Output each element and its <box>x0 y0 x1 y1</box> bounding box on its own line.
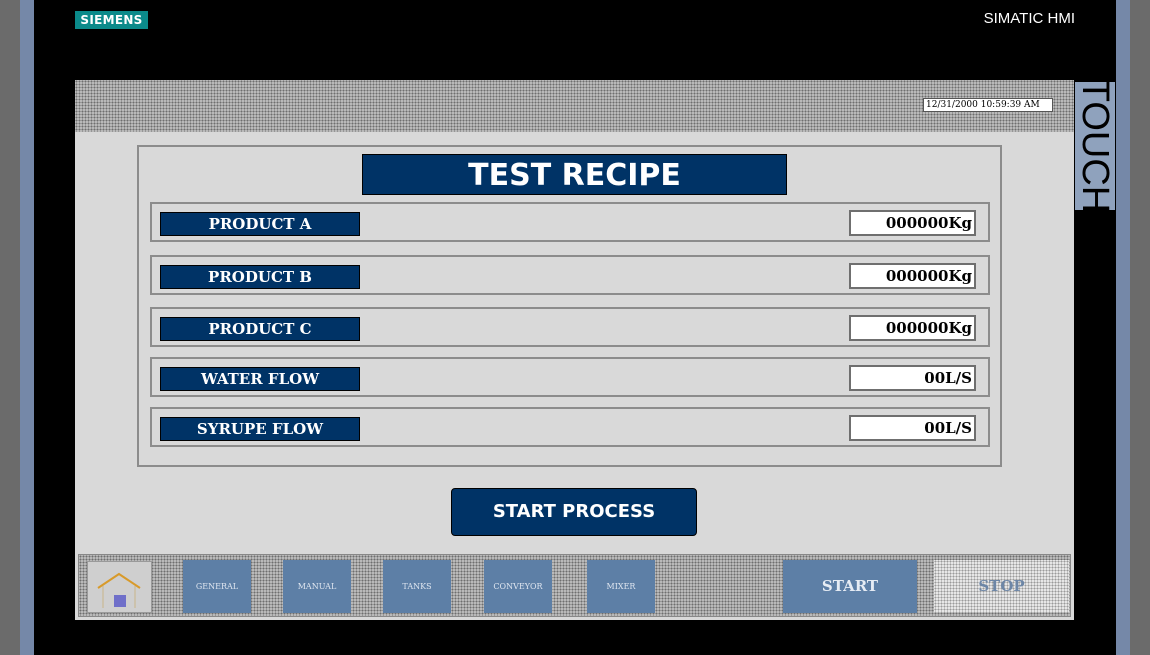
row-label: WATER FLOW <box>160 367 360 391</box>
recipe-row-product-c: PRODUCT C 000000Kg <box>150 307 990 347</box>
nav-button-conveyor[interactable]: CONVEYOR <box>484 560 552 613</box>
recipe-row-product-b: PRODUCT B 000000Kg <box>150 255 990 295</box>
touch-label-text: TOUCH <box>1074 78 1116 214</box>
stop-button[interactable]: STOP <box>934 560 1069 613</box>
home-button[interactable] <box>87 561 152 613</box>
header-strip: 12/31/2000 10:59:39 AM <box>75 80 1074 132</box>
recipe-row-syrupe-flow: SYRUPE FLOW 00L/S <box>150 407 990 447</box>
start-process-button[interactable]: START PROCESS <box>451 488 697 536</box>
nav-button-tanks[interactable]: TANKS <box>383 560 451 613</box>
value-field-water-flow[interactable]: 00L/S <box>849 365 976 391</box>
value-field-syrupe-flow[interactable]: 00L/S <box>849 415 976 441</box>
nav-button-mixer[interactable]: MIXER <box>587 560 655 613</box>
row-label: PRODUCT B <box>160 265 360 289</box>
row-label: PRODUCT C <box>160 317 360 341</box>
recipe-row-water-flow: WATER FLOW 00L/S <box>150 357 990 397</box>
touch-side-label: TOUCH <box>1074 78 1116 214</box>
siemens-logo: SIEMENS <box>75 11 148 29</box>
datetime-display: 12/31/2000 10:59:39 AM <box>923 98 1053 112</box>
value-field-product-c[interactable]: 000000Kg <box>849 315 976 341</box>
row-label: PRODUCT A <box>160 212 360 236</box>
value-field-product-b[interactable]: 000000Kg <box>849 263 976 289</box>
home-icon <box>97 572 141 608</box>
recipe-row-product-a: PRODUCT A 000000Kg <box>150 202 990 242</box>
nav-button-general[interactable]: GENERAL <box>183 560 251 613</box>
value-field-product-a[interactable]: 000000Kg <box>849 210 976 236</box>
recipe-title: TEST RECIPE <box>362 154 787 195</box>
model-label: SIMATIC HMI <box>983 10 1075 27</box>
frame-right-edge <box>1116 0 1130 655</box>
nav-button-manual[interactable]: MANUAL <box>283 560 351 613</box>
navigation-bar: GENERAL MANUAL TANKS CONVEYOR MIXER STAR… <box>78 554 1071 617</box>
start-button[interactable]: START <box>783 560 917 613</box>
row-label: SYRUPE FLOW <box>160 417 360 441</box>
frame-left-edge <box>20 0 34 655</box>
hmi-screen: 12/31/2000 10:59:39 AM TEST RECIPE PRODU… <box>75 80 1074 620</box>
